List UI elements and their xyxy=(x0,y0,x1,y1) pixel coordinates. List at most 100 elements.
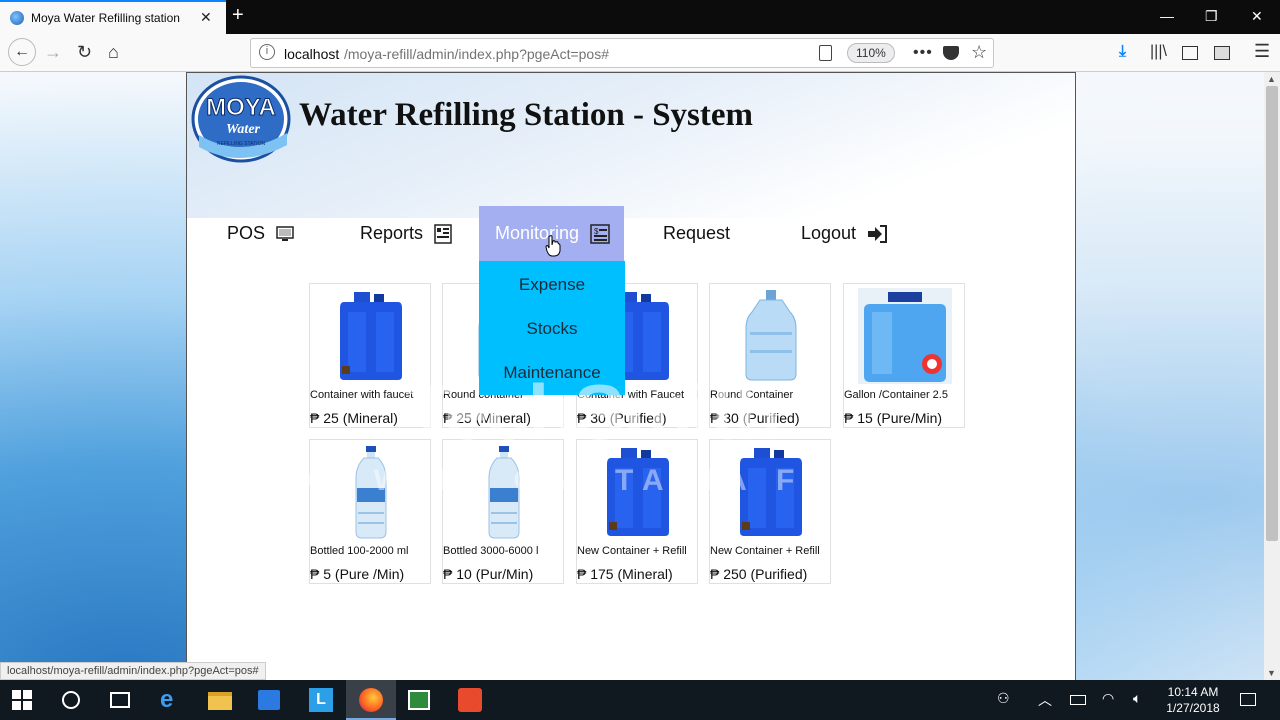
svg-text:$: $ xyxy=(594,227,599,236)
minimize-icon[interactable]: — xyxy=(1160,8,1174,24)
taskbar-clock[interactable]: 10:14 AM 1/27/2018 xyxy=(1160,684,1226,716)
menu-logout-label: Logout xyxy=(801,223,857,243)
product-name: New Container + Refill xyxy=(577,545,687,557)
forward-icon[interactable]: → xyxy=(44,41,62,63)
product-price: ₱ 250 (Purified) xyxy=(710,566,808,582)
scroll-up-icon[interactable]: ▲ xyxy=(1267,74,1276,84)
action-center-icon[interactable] xyxy=(1240,693,1256,706)
product-card[interactable]: Container with faucet ₱ 25 (Mineral) xyxy=(309,283,431,428)
moya-logo: MOYA Water REFILLING STATION xyxy=(191,75,291,163)
windows-start-icon[interactable] xyxy=(12,690,32,710)
product-card[interactable]: New Container + Refill ₱ 175 (Mineral) xyxy=(576,439,698,584)
edge-icon[interactable]: e xyxy=(160,688,184,712)
scroll-thumb[interactable] xyxy=(1266,86,1278,541)
page-viewport: MOYA Water REFILLING STATION Water Refil… xyxy=(0,72,1264,680)
svg-text:MOYA: MOYA xyxy=(206,94,276,121)
camtasia-icon[interactable] xyxy=(458,688,482,712)
volume-icon[interactable]: 🔈︎ xyxy=(1133,690,1141,707)
back-icon[interactable]: ← xyxy=(8,38,36,66)
monitoring-list-icon: $ xyxy=(590,224,610,244)
menu-reports-label: Reports xyxy=(360,223,424,243)
screenshot-icon[interactable] xyxy=(1214,46,1230,60)
task-view-icon[interactable] xyxy=(110,692,130,708)
product-card[interactable]: Gallon /Container 2.5 ₱ 15 (Pure/Min) xyxy=(843,283,965,428)
store-icon[interactable] xyxy=(258,690,280,710)
menu-pos-label: POS xyxy=(227,223,266,243)
page-actions-icon[interactable]: ••• xyxy=(913,44,933,62)
product-name: Bottled 100-2000 ml xyxy=(310,545,409,557)
library-icon[interactable]: |||\ xyxy=(1150,43,1167,61)
dropdown-item-maintenance[interactable]: Maintenance xyxy=(479,363,625,383)
browser-toolbar: ← → ↻ ⌂ i localhost /moya-refill/admin/i… xyxy=(0,34,1280,72)
link-status-url: localhost/moya-refill/admin/index.php?pg… xyxy=(0,662,266,680)
svg-text:REFILLING STATION: REFILLING STATION xyxy=(217,141,266,147)
battery-icon[interactable] xyxy=(1070,695,1086,705)
file-explorer-icon[interactable] xyxy=(208,692,232,710)
reload-icon[interactable]: ↻ xyxy=(77,41,92,63)
new-tab-icon[interactable]: + xyxy=(232,4,244,27)
product-price: ₱ 5 (Pure /Min) xyxy=(310,566,405,582)
product-image xyxy=(324,288,418,384)
bookmark-star-icon[interactable]: ☆ xyxy=(971,42,987,63)
site-favicon-icon xyxy=(10,11,24,25)
browser-tab-bar: Moya Water Refilling station ✕ + — ❐ ✕ xyxy=(0,0,1280,34)
product-price: ₱ 30 (Purified) xyxy=(577,410,667,426)
product-card[interactable]: New Container + Refill ₱ 250 (Purified) xyxy=(709,439,831,584)
product-name: Gallon /Container 2.5 xyxy=(844,389,948,401)
product-card[interactable]: Bottled 3000-6000 l ₱ 10 (Pur/Min) xyxy=(442,439,564,584)
product-price: ₱ 30 (Purified) xyxy=(710,410,800,426)
people-icon[interactable]: ⚇ xyxy=(997,690,1010,707)
dropdown-item-stocks[interactable]: Stocks xyxy=(479,319,625,339)
svg-text:Water: Water xyxy=(226,122,261,137)
hand-cursor-icon xyxy=(545,235,561,257)
product-image xyxy=(591,444,685,540)
cortana-search-icon[interactable] xyxy=(62,691,80,709)
firefox-icon[interactable] xyxy=(359,688,383,712)
windows-taskbar: e L ⚇ ︿ ◠ 🔈︎ 10:14 AM 1/27/2018 xyxy=(0,680,1280,720)
menu-monitoring-label: Monitoring xyxy=(495,223,580,243)
zoom-level-button[interactable]: 110% xyxy=(847,43,895,63)
menu-request-label: Request xyxy=(663,223,731,243)
restore-icon[interactable]: ❐ xyxy=(1205,8,1218,25)
product-image xyxy=(724,288,818,384)
site-info-icon[interactable]: i xyxy=(259,44,275,60)
menu-logout[interactable]: Logout xyxy=(801,223,888,247)
show-hidden-icons-icon[interactable]: ︿ xyxy=(1038,690,1052,710)
report-icon xyxy=(434,224,452,244)
page-scrollbar[interactable]: ▲ ▼ xyxy=(1264,72,1280,680)
home-icon[interactable]: ⌂ xyxy=(108,41,119,63)
monitoring-dropdown: Expense Stocks Maintenance xyxy=(479,261,625,395)
product-card[interactable]: Round Container ₱ 30 (Purified) xyxy=(709,283,831,428)
menu-request[interactable]: Request xyxy=(663,223,730,247)
wifi-icon[interactable]: ◠ xyxy=(1102,690,1114,707)
product-price: ₱ 15 (Pure/Min) xyxy=(844,410,943,426)
menu-pos[interactable]: POS xyxy=(227,223,294,247)
product-price: ₱ 175 (Mineral) xyxy=(577,566,673,582)
spreadsheet-icon[interactable] xyxy=(408,690,430,710)
monitor-icon xyxy=(276,226,294,242)
product-price: ₱ 10 (Pur/Min) xyxy=(443,566,534,582)
pocket-icon[interactable] xyxy=(943,46,959,60)
url-bar[interactable]: i localhost /moya-refill/admin/index.php… xyxy=(250,38,994,68)
tab-title: Moya Water Refilling station xyxy=(31,11,180,25)
sidebar-icon[interactable] xyxy=(1182,46,1198,60)
menu-reports[interactable]: Reports xyxy=(360,223,452,247)
page-container: MOYA Water REFILLING STATION Water Refil… xyxy=(186,72,1076,680)
hamburger-menu-icon[interactable]: ☰ xyxy=(1254,41,1270,62)
close-tab-icon[interactable]: ✕ xyxy=(200,9,212,26)
product-image xyxy=(724,444,818,540)
sign-out-icon xyxy=(868,225,888,244)
scroll-down-icon[interactable]: ▼ xyxy=(1267,668,1276,678)
url-path: /moya-refill/admin/index.php?pgeAct=pos# xyxy=(344,46,609,62)
clock-date: 1/27/2018 xyxy=(1166,701,1220,715)
reader-view-icon[interactable] xyxy=(819,45,832,61)
product-name: Round Container xyxy=(710,389,794,401)
downloads-icon[interactable]: ⤓ xyxy=(1119,43,1126,61)
browser-tab[interactable]: Moya Water Refilling station ✕ xyxy=(0,0,226,34)
clock-time: 10:14 AM xyxy=(1167,685,1219,699)
app-l-icon[interactable]: L xyxy=(309,688,333,712)
product-price: ₱ 25 (Mineral) xyxy=(443,410,531,426)
dropdown-item-expense[interactable]: Expense xyxy=(479,275,625,295)
product-card[interactable]: Bottled 100-2000 ml ₱ 5 (Pure /Min) xyxy=(309,439,431,584)
window-close-icon[interactable]: ✕ xyxy=(1251,8,1263,25)
